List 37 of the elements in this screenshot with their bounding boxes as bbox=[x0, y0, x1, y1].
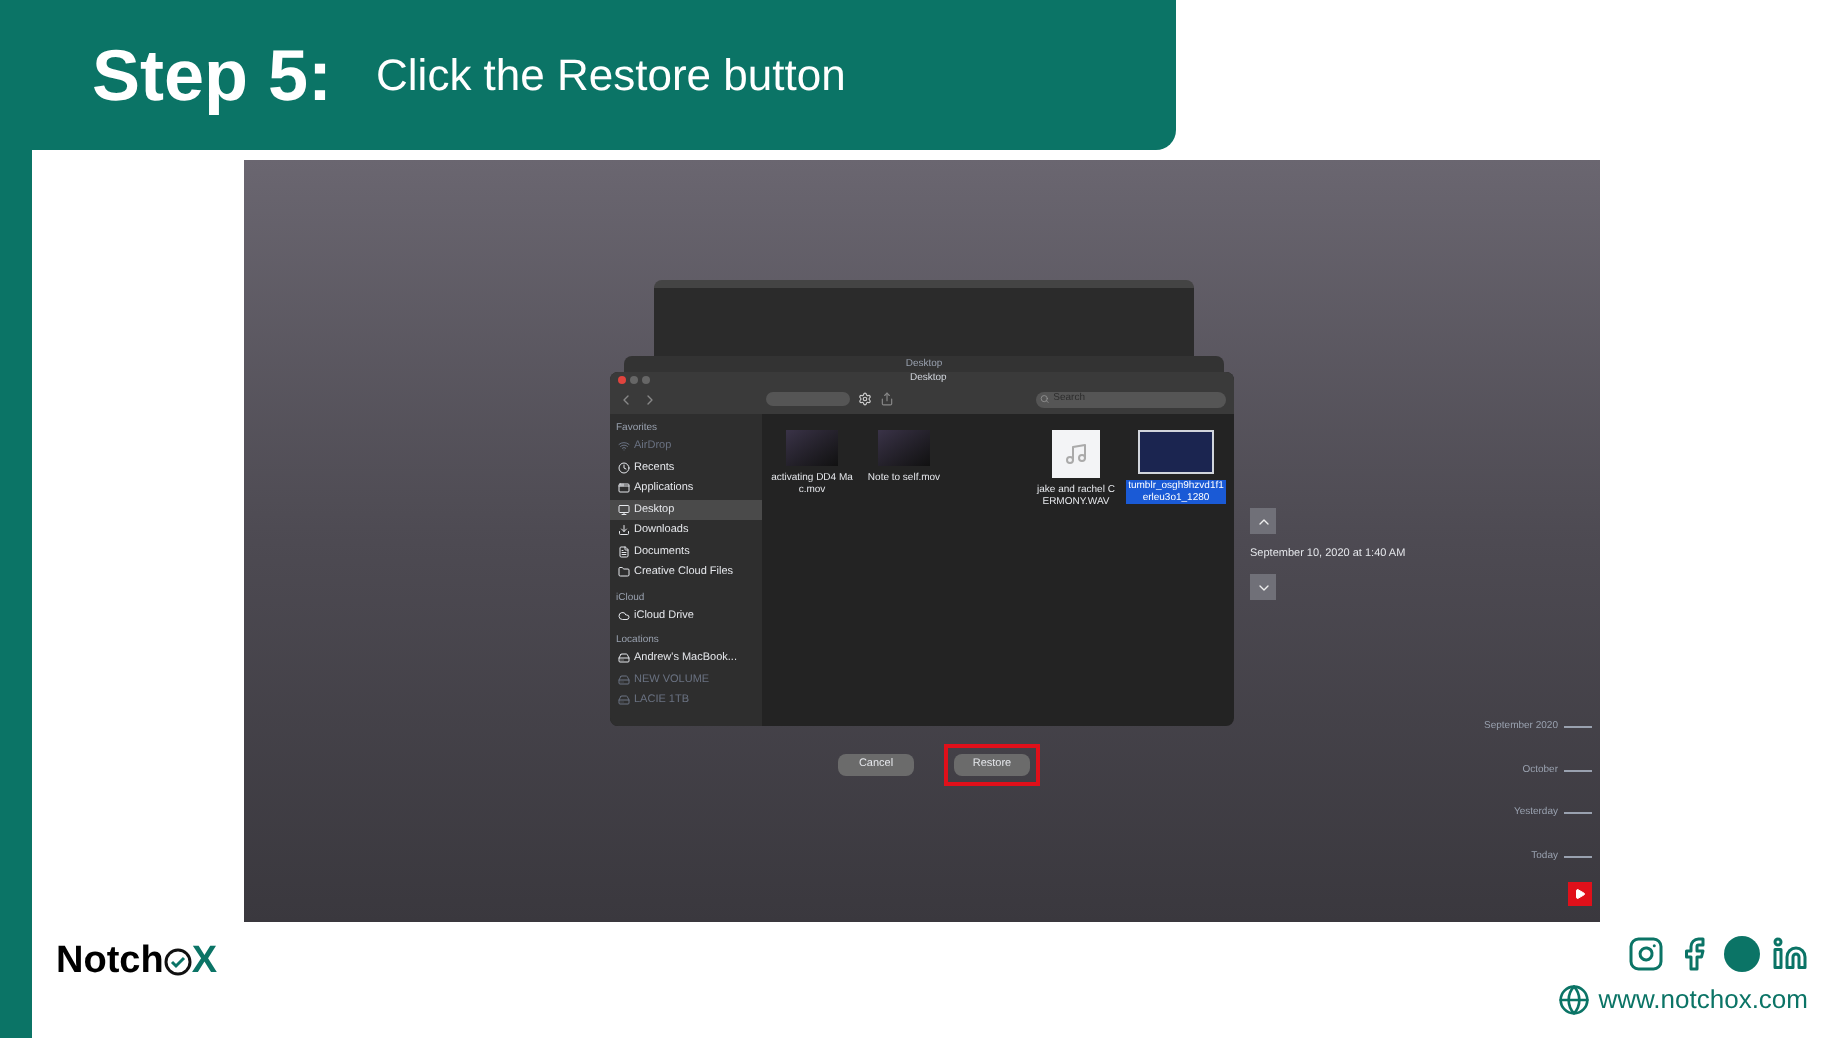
globe-icon bbox=[1558, 983, 1591, 1016]
share-icon[interactable] bbox=[880, 392, 894, 406]
linkedin-icon[interactable] bbox=[1772, 936, 1808, 972]
view-switcher[interactable] bbox=[766, 392, 850, 406]
sidebar-item-icon bbox=[618, 652, 630, 665]
sidebar-item-icon bbox=[618, 482, 630, 495]
sidebar-item-icon bbox=[618, 673, 630, 686]
step-instruction: Click the Restore button bbox=[376, 48, 846, 104]
instagram-icon[interactable] bbox=[1628, 936, 1664, 972]
gear-icon[interactable] bbox=[858, 392, 872, 406]
timeline-tick bbox=[1564, 726, 1592, 729]
play-icon[interactable] bbox=[1568, 882, 1592, 906]
timeline-tick bbox=[1564, 855, 1592, 858]
forward-icon[interactable] bbox=[642, 391, 658, 407]
sidebar-item-icon bbox=[618, 503, 630, 516]
chevron-up-button[interactable] bbox=[1250, 508, 1276, 534]
step-number: Step 5: bbox=[92, 31, 333, 119]
sidebar-item-icon bbox=[618, 694, 630, 707]
video-thumbnail bbox=[786, 430, 838, 466]
search-icon bbox=[1040, 394, 1050, 404]
sidebar-item-icon bbox=[618, 524, 630, 537]
logo-text: Notch bbox=[56, 938, 164, 986]
chevron-down-button[interactable] bbox=[1250, 574, 1276, 601]
music-note-icon bbox=[1064, 442, 1088, 466]
sidebar-item-icon bbox=[618, 461, 630, 474]
back-icon[interactable] bbox=[618, 391, 634, 407]
logo-text: X bbox=[191, 938, 218, 986]
video-thumbnail bbox=[878, 430, 930, 466]
website-link[interactable]: www.notchox.com bbox=[1598, 980, 1808, 1019]
timeline-tick bbox=[1564, 769, 1592, 772]
image-thumbnail bbox=[1138, 430, 1214, 474]
timeline-tick bbox=[1564, 812, 1592, 815]
sidebar-item-icon bbox=[618, 609, 630, 622]
sidebar-item-icon bbox=[618, 566, 630, 579]
sidebar-item-icon bbox=[618, 440, 630, 453]
sidebar-item-icon bbox=[618, 545, 630, 558]
check-circle-icon bbox=[163, 948, 192, 977]
